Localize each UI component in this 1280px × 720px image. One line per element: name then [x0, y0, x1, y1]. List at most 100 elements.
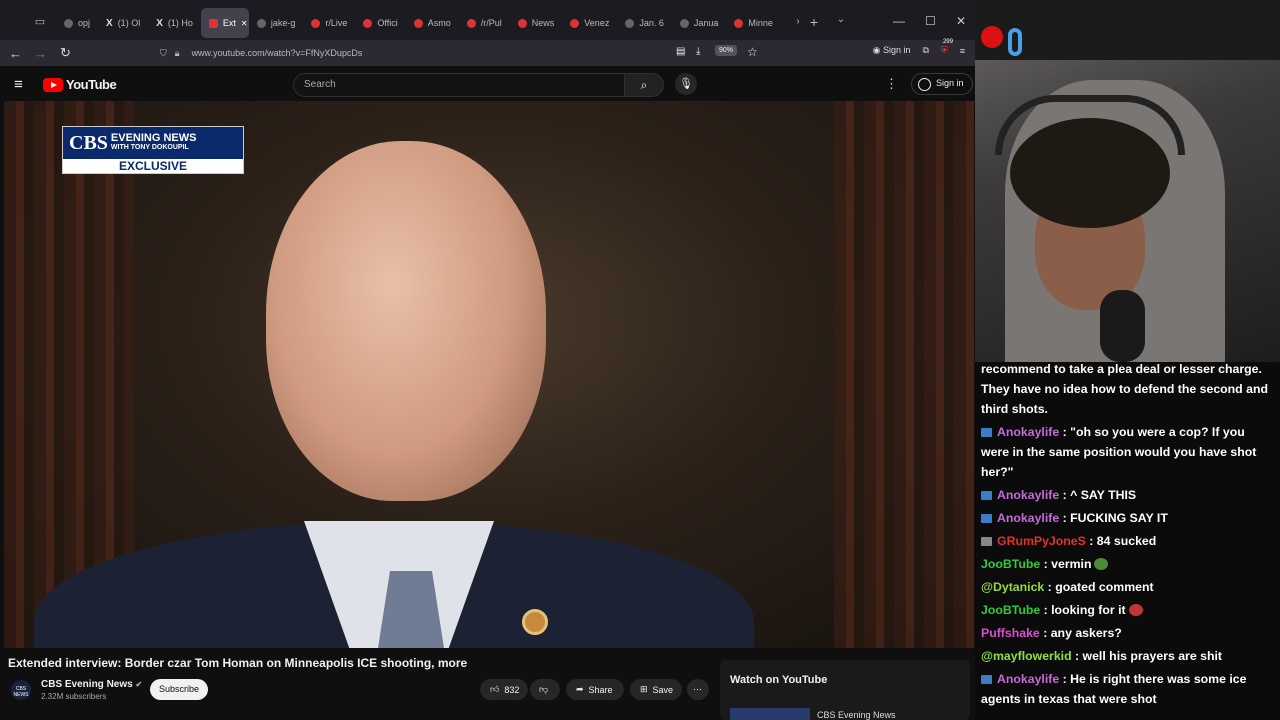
stream-logo-pin-icon — [981, 26, 1003, 48]
save-button[interactable]: ⊞ Save — [630, 679, 682, 700]
chat-username[interactable]: @mayflowerkid — [981, 649, 1072, 663]
cbs-line2: WITH TONY DOKOUPIL — [110, 144, 189, 151]
related-video-thumbnail[interactable] — [730, 708, 810, 720]
chat-text: looking for it — [1051, 603, 1126, 617]
minimize-icon[interactable]: — — [893, 14, 905, 28]
back-icon[interactable]: ← — [3, 46, 28, 61]
chat-message: Anokaylife : "oh so you were a cop? If y… — [981, 422, 1274, 482]
headphones — [995, 95, 1185, 155]
browser-tab[interactable]: Janua — [672, 8, 727, 38]
chat-username[interactable]: Anokaylife — [997, 672, 1059, 686]
interviewee-head — [266, 141, 546, 501]
save-label: Save — [652, 684, 674, 695]
chat-username[interactable]: GRumPyJoneS — [997, 534, 1086, 548]
url-text[interactable]: www.youtube.com/watch?v=FfNyXDupcDs — [192, 48, 363, 58]
ublock-icon[interactable]: ⛨ 299 — [941, 39, 953, 56]
dislike-button[interactable]: 👎︎ — [530, 679, 560, 700]
browser-tab[interactable]: Venez — [562, 8, 617, 38]
chat-separator: : — [1040, 603, 1052, 617]
bookmark-star-icon[interactable]: ☆ — [747, 45, 758, 59]
live-chat: recommend to take a plea deal or lesser … — [975, 362, 1280, 720]
chat-message: GRumPyJoneS : 84 sucked — [981, 531, 1274, 551]
browser-tab-label: Minne — [748, 18, 773, 28]
extensions-icon[interactable]: ⧉ — [923, 45, 929, 56]
cbs-line1: EVENING NEWS — [110, 132, 197, 144]
guide-menu-icon[interactable]: ≡ — [14, 76, 23, 93]
browser-tab[interactable]: opj — [56, 8, 98, 38]
browser-tab[interactable]: /r/Pul — [459, 8, 510, 38]
shield-icon[interactable]: ⛉ — [160, 48, 167, 59]
channel-avatar[interactable]: CBS NEWS — [11, 680, 31, 700]
x-logo-icon: X — [106, 17, 113, 29]
close-window-icon[interactable]: ✕ — [956, 14, 966, 28]
browser-tab[interactable]: r/Live — [303, 8, 355, 38]
menu-icon[interactable]: ≡ — [960, 46, 965, 56]
chat-text: vermin — [1051, 557, 1092, 571]
video-player[interactable]: CBS EVENING NEWS WITH TONY DOKOUPIL EXCLU… — [4, 101, 974, 648]
chat-username[interactable]: JooBTube — [981, 603, 1040, 617]
chat-message: JooBTube : looking for it — [981, 600, 1274, 620]
share-button[interactable]: ➦ Share — [566, 679, 624, 700]
download-icon[interactable]: ⤓ — [696, 46, 700, 57]
blank-icon — [679, 18, 689, 28]
chat-username[interactable]: JooBTube — [981, 557, 1040, 571]
chat-username[interactable]: Anokaylife — [997, 488, 1059, 502]
youtube-sign-in-button[interactable]: Sign in — [911, 73, 973, 95]
browser-tab[interactable]: Ext ✕ — [200, 8, 249, 38]
browser-tab[interactable]: Asmo — [406, 8, 459, 38]
browser-tab[interactable]: jake-g — [249, 8, 304, 38]
zoom-level[interactable]: 90% — [715, 45, 738, 56]
chat-separator: : — [1085, 534, 1097, 548]
like-button[interactable]: 👍︎ 832 — [480, 679, 528, 700]
browser-tab-label: Janua — [693, 18, 719, 28]
reader-mode-icon[interactable]: ▤ — [676, 46, 685, 57]
youtube-play-icon — [43, 77, 63, 92]
browser-tab-label: News — [531, 18, 555, 28]
browser-tab-label: Jan. 6 — [639, 18, 664, 28]
chat-text: goated comment — [1055, 580, 1154, 594]
maximize-icon[interactable]: ☐ — [925, 14, 936, 28]
browser-tab[interactable]: X (1) Ho — [148, 8, 201, 38]
more-actions-button[interactable]: ⋯ — [687, 679, 709, 700]
new-tab-icon[interactable]: + — [800, 14, 828, 30]
chat-username[interactable]: Puffshake — [981, 626, 1040, 640]
voice-search-icon[interactable]: 🎙︎ — [675, 73, 697, 95]
browser-tab[interactable]: Jan. 6 — [617, 8, 672, 38]
browser-tab[interactable]: Offici — [355, 8, 405, 38]
close-tab-icon[interactable]: ✕ — [241, 19, 248, 28]
chat-username[interactable]: Anokaylife — [997, 511, 1059, 525]
browser-tab-label: (1) Ho — [167, 18, 193, 28]
search-input[interactable]: Search — [293, 73, 625, 97]
browser-tab[interactable]: Minne — [726, 8, 781, 38]
like-count: 832 — [504, 684, 520, 695]
subscribe-button[interactable]: Subscribe — [150, 679, 208, 700]
bookshelf-right — [834, 101, 974, 648]
account-sign-in[interactable]: ◉ Sign in — [873, 45, 911, 56]
watch-on-youtube-panel[interactable]: Watch on YouTube CBS Evening News — [720, 660, 970, 720]
chat-username[interactable]: @Dytanick — [981, 580, 1044, 594]
reddit-icon — [517, 18, 527, 28]
reload-icon[interactable]: ↻ — [53, 45, 78, 61]
settings-kebab-icon[interactable]: ⋮ — [885, 76, 898, 92]
tab-overflow-chevron-icon[interactable]: ⌄ — [827, 14, 855, 25]
tab-list-icon[interactable]: ▭ — [30, 15, 50, 28]
forward-icon[interactable]: → — [28, 46, 53, 61]
chat-message: @mayflowerkid : well his prayers are shi… — [981, 646, 1274, 666]
channel-name[interactable]: CBS Evening News ✔ — [41, 679, 142, 690]
subscriber-badge-icon — [981, 428, 992, 437]
chat-text: 84 sucked — [1096, 534, 1157, 548]
cbs-brand: CBS — [69, 131, 108, 154]
browser-tab-label: jake-g — [270, 18, 296, 28]
youtube-header: ≡ YouTube Search ⌕ 🎙︎ ⋮ Sign in — [0, 66, 975, 102]
chat-separator: : — [1040, 557, 1052, 571]
subscriber-count: 2.32M subscribers — [41, 692, 107, 701]
search-button[interactable]: ⌕ — [624, 73, 664, 97]
chat-message: Puffshake : any askers? — [981, 623, 1274, 643]
browser-tab[interactable]: X (1) Ol — [98, 8, 148, 38]
youtube-logo[interactable]: YouTube — [43, 77, 117, 92]
chat-username[interactable]: Anokaylife — [997, 425, 1059, 439]
share-label: Share — [588, 684, 613, 695]
more-icon: ⋯ — [693, 684, 702, 694]
blank-icon — [256, 18, 266, 28]
browser-tab[interactable]: News — [510, 8, 563, 38]
